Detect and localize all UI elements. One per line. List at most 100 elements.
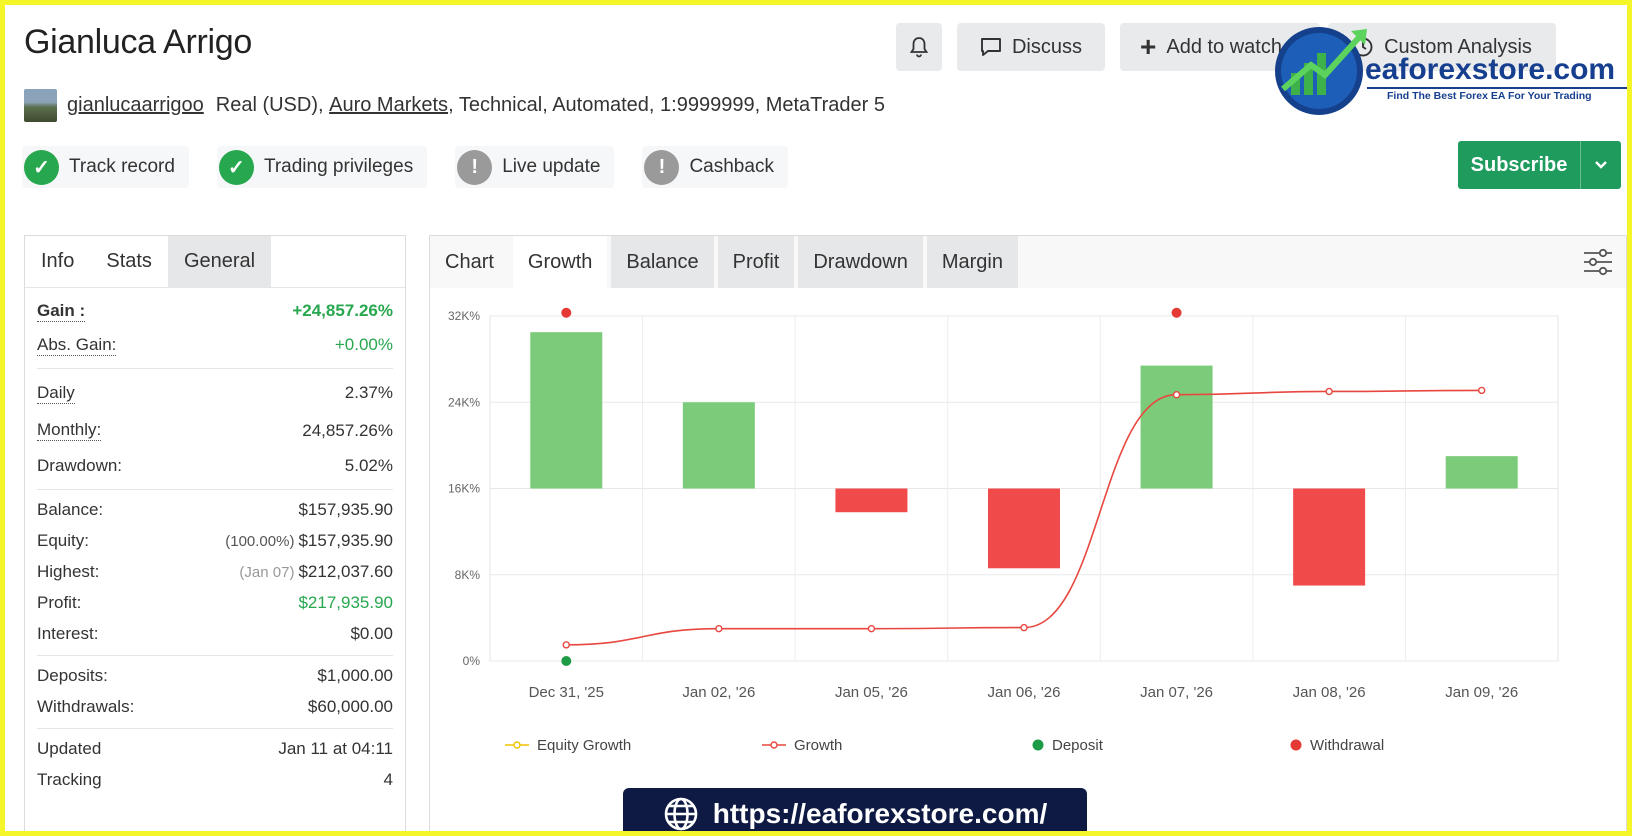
x-tick-label: Jan 02, '26 xyxy=(682,684,755,701)
balance-value: $157,935.90 xyxy=(298,499,393,519)
deposits-value: $1,000.00 xyxy=(317,665,393,685)
subscribe-label: Subscribe xyxy=(1458,141,1581,189)
legend-marker xyxy=(513,741,521,749)
profit-label: Profit: xyxy=(37,592,82,612)
growth-point xyxy=(715,624,723,633)
legend-label: Equity Growth xyxy=(537,737,631,754)
legend-marker xyxy=(1032,739,1044,751)
add-watch-label: Add to watch xyxy=(1166,35,1282,58)
withdrawal-marker xyxy=(1171,307,1182,318)
chart-tabs: Chart Growth Balance Profit Drawdown Mar… xyxy=(430,236,1626,288)
avatar[interactable] xyxy=(24,89,57,122)
monthly-value: 24,857.26% xyxy=(302,420,393,440)
chart-bar xyxy=(1293,488,1366,586)
chart-bar xyxy=(1140,365,1213,489)
chart-bar xyxy=(1445,456,1518,489)
highest-value: $212,037.60 xyxy=(298,561,393,581)
growth-point xyxy=(1325,387,1333,396)
eaforexstore-logo: eaforexstore.com Find The Best Forex EA … xyxy=(1275,27,1627,115)
tab-chart[interactable]: Chart xyxy=(430,236,509,288)
chart-bar xyxy=(530,332,603,489)
legend-label: Deposit xyxy=(1052,737,1104,754)
chart-bar xyxy=(988,488,1060,569)
plus-icon: + xyxy=(1140,31,1157,62)
chart-bar xyxy=(835,488,908,513)
discuss-button[interactable]: Discuss xyxy=(957,23,1105,71)
badge-cashback[interactable]: ! Cashback xyxy=(642,146,788,188)
tab-info[interactable]: Info xyxy=(25,236,91,287)
stats-tabs: Info Stats General xyxy=(25,236,405,288)
account-type: Real (USD), xyxy=(215,94,324,116)
chart-bar xyxy=(682,402,755,489)
broker-link[interactable]: Auro Markets xyxy=(329,94,448,117)
equity-label: Equity: xyxy=(37,530,89,550)
badge-trading-privileges[interactable]: ✓ Trading privileges xyxy=(216,146,428,188)
url-text: https://eaforexstore.com/ xyxy=(712,798,1048,829)
withdrawals-value: $60,000.00 xyxy=(307,696,393,716)
tab-general[interactable]: General xyxy=(167,236,272,287)
badge-live-update[interactable]: ! Live update xyxy=(455,146,615,188)
svg-text:eaforexstore.com: eaforexstore.com xyxy=(1365,53,1615,86)
withdrawal-marker xyxy=(561,307,572,318)
divider xyxy=(37,728,393,729)
stats-panel: Info Stats General Gain : +24,857.26% Ab… xyxy=(24,235,406,831)
check-icon: ✓ xyxy=(218,149,254,185)
stats-list: Gain : +24,857.26% Abs. Gain: +0.00% Dai… xyxy=(25,294,405,795)
highest-label: Highest: xyxy=(37,561,100,581)
growth-point xyxy=(867,624,876,633)
account-info-row: gianlucaarrigoo Real (USD), Auro Markets… xyxy=(24,89,885,122)
daily-value: 2.37% xyxy=(344,383,393,402)
tab-balance[interactable]: Balance xyxy=(611,236,714,288)
y-tick-label: 32K% xyxy=(448,309,480,323)
legend-label: Growth xyxy=(794,737,842,754)
url-banner[interactable]: https://eaforexstore.com/ xyxy=(623,788,1087,831)
notification-button[interactable] xyxy=(896,23,942,71)
gain-label[interactable]: Gain : xyxy=(37,301,86,322)
interest-value: $0.00 xyxy=(350,623,393,643)
chevron-down-icon[interactable] xyxy=(1581,141,1621,189)
tab-stats[interactable]: Stats xyxy=(90,236,168,287)
tab-drawdown[interactable]: Drawdown xyxy=(798,236,923,288)
tab-margin[interactable]: Margin xyxy=(926,236,1018,288)
page-title: Gianluca Arrigo xyxy=(24,23,252,61)
abs-gain-label[interactable]: Abs. Gain: xyxy=(37,335,117,356)
verification-badges: ✓ Track record ✓ Trading privileges ! Li… xyxy=(22,146,788,188)
deposit-marker xyxy=(561,656,572,666)
x-tick-label: Jan 06, '26 xyxy=(988,684,1061,701)
monthly-label[interactable]: Monthly: xyxy=(37,420,102,441)
bell-icon xyxy=(909,37,929,58)
abs-gain-value: +0.00% xyxy=(334,335,393,354)
comment-icon xyxy=(981,38,1001,56)
exclamation-icon: ! xyxy=(644,149,680,185)
deposits-label: Deposits: xyxy=(37,665,108,685)
growth-point xyxy=(1172,391,1181,399)
daily-label[interactable]: Daily xyxy=(37,383,75,404)
x-tick-label: Jan 05, '26 xyxy=(835,684,908,701)
legend-marker xyxy=(770,741,778,749)
gain-value: +24,857.26% xyxy=(292,301,393,320)
badge-track-record[interactable]: ✓ Track record xyxy=(22,146,189,188)
subscribe-button[interactable]: Subscribe xyxy=(1458,141,1621,189)
balance-label: Balance: xyxy=(37,499,104,519)
badge-label: Cashback xyxy=(689,156,774,177)
growth-chart: 0% 8K% 16K% 24K% 32K% Dec 31, '25 Jan 02, '26 J… xyxy=(448,307,1559,754)
tracking-value: 4 xyxy=(383,769,393,789)
growth-point xyxy=(562,641,570,649)
x-tick-label: Jan 07, '26 xyxy=(1140,684,1213,701)
y-tick-label: 24K% xyxy=(448,395,480,409)
username-link[interactable]: gianlucaarrigoo xyxy=(67,94,204,117)
y-tick-label: 16K% xyxy=(448,482,480,496)
discuss-label: Discuss xyxy=(1011,35,1082,58)
divider xyxy=(37,655,393,656)
check-icon: ✓ xyxy=(24,149,59,185)
profit-value: $217,935.90 xyxy=(298,592,393,612)
tab-profit[interactable]: Profit xyxy=(717,236,795,288)
badge-label: Trading privileges xyxy=(263,156,414,177)
chart-settings-icon[interactable] xyxy=(1582,248,1614,276)
page-frame: Gianluca Arrigo gianlucaarrigoo Real (US… xyxy=(5,5,1627,831)
chart-panel: Chart Growth Balance Profit Drawdown Mar… xyxy=(429,235,1627,831)
divider xyxy=(37,489,393,490)
badge-label: Live update xyxy=(502,156,601,177)
tab-growth[interactable]: Growth xyxy=(512,236,608,288)
account-details: , Technical, Automated, 1:9999999, MetaT… xyxy=(448,94,886,116)
